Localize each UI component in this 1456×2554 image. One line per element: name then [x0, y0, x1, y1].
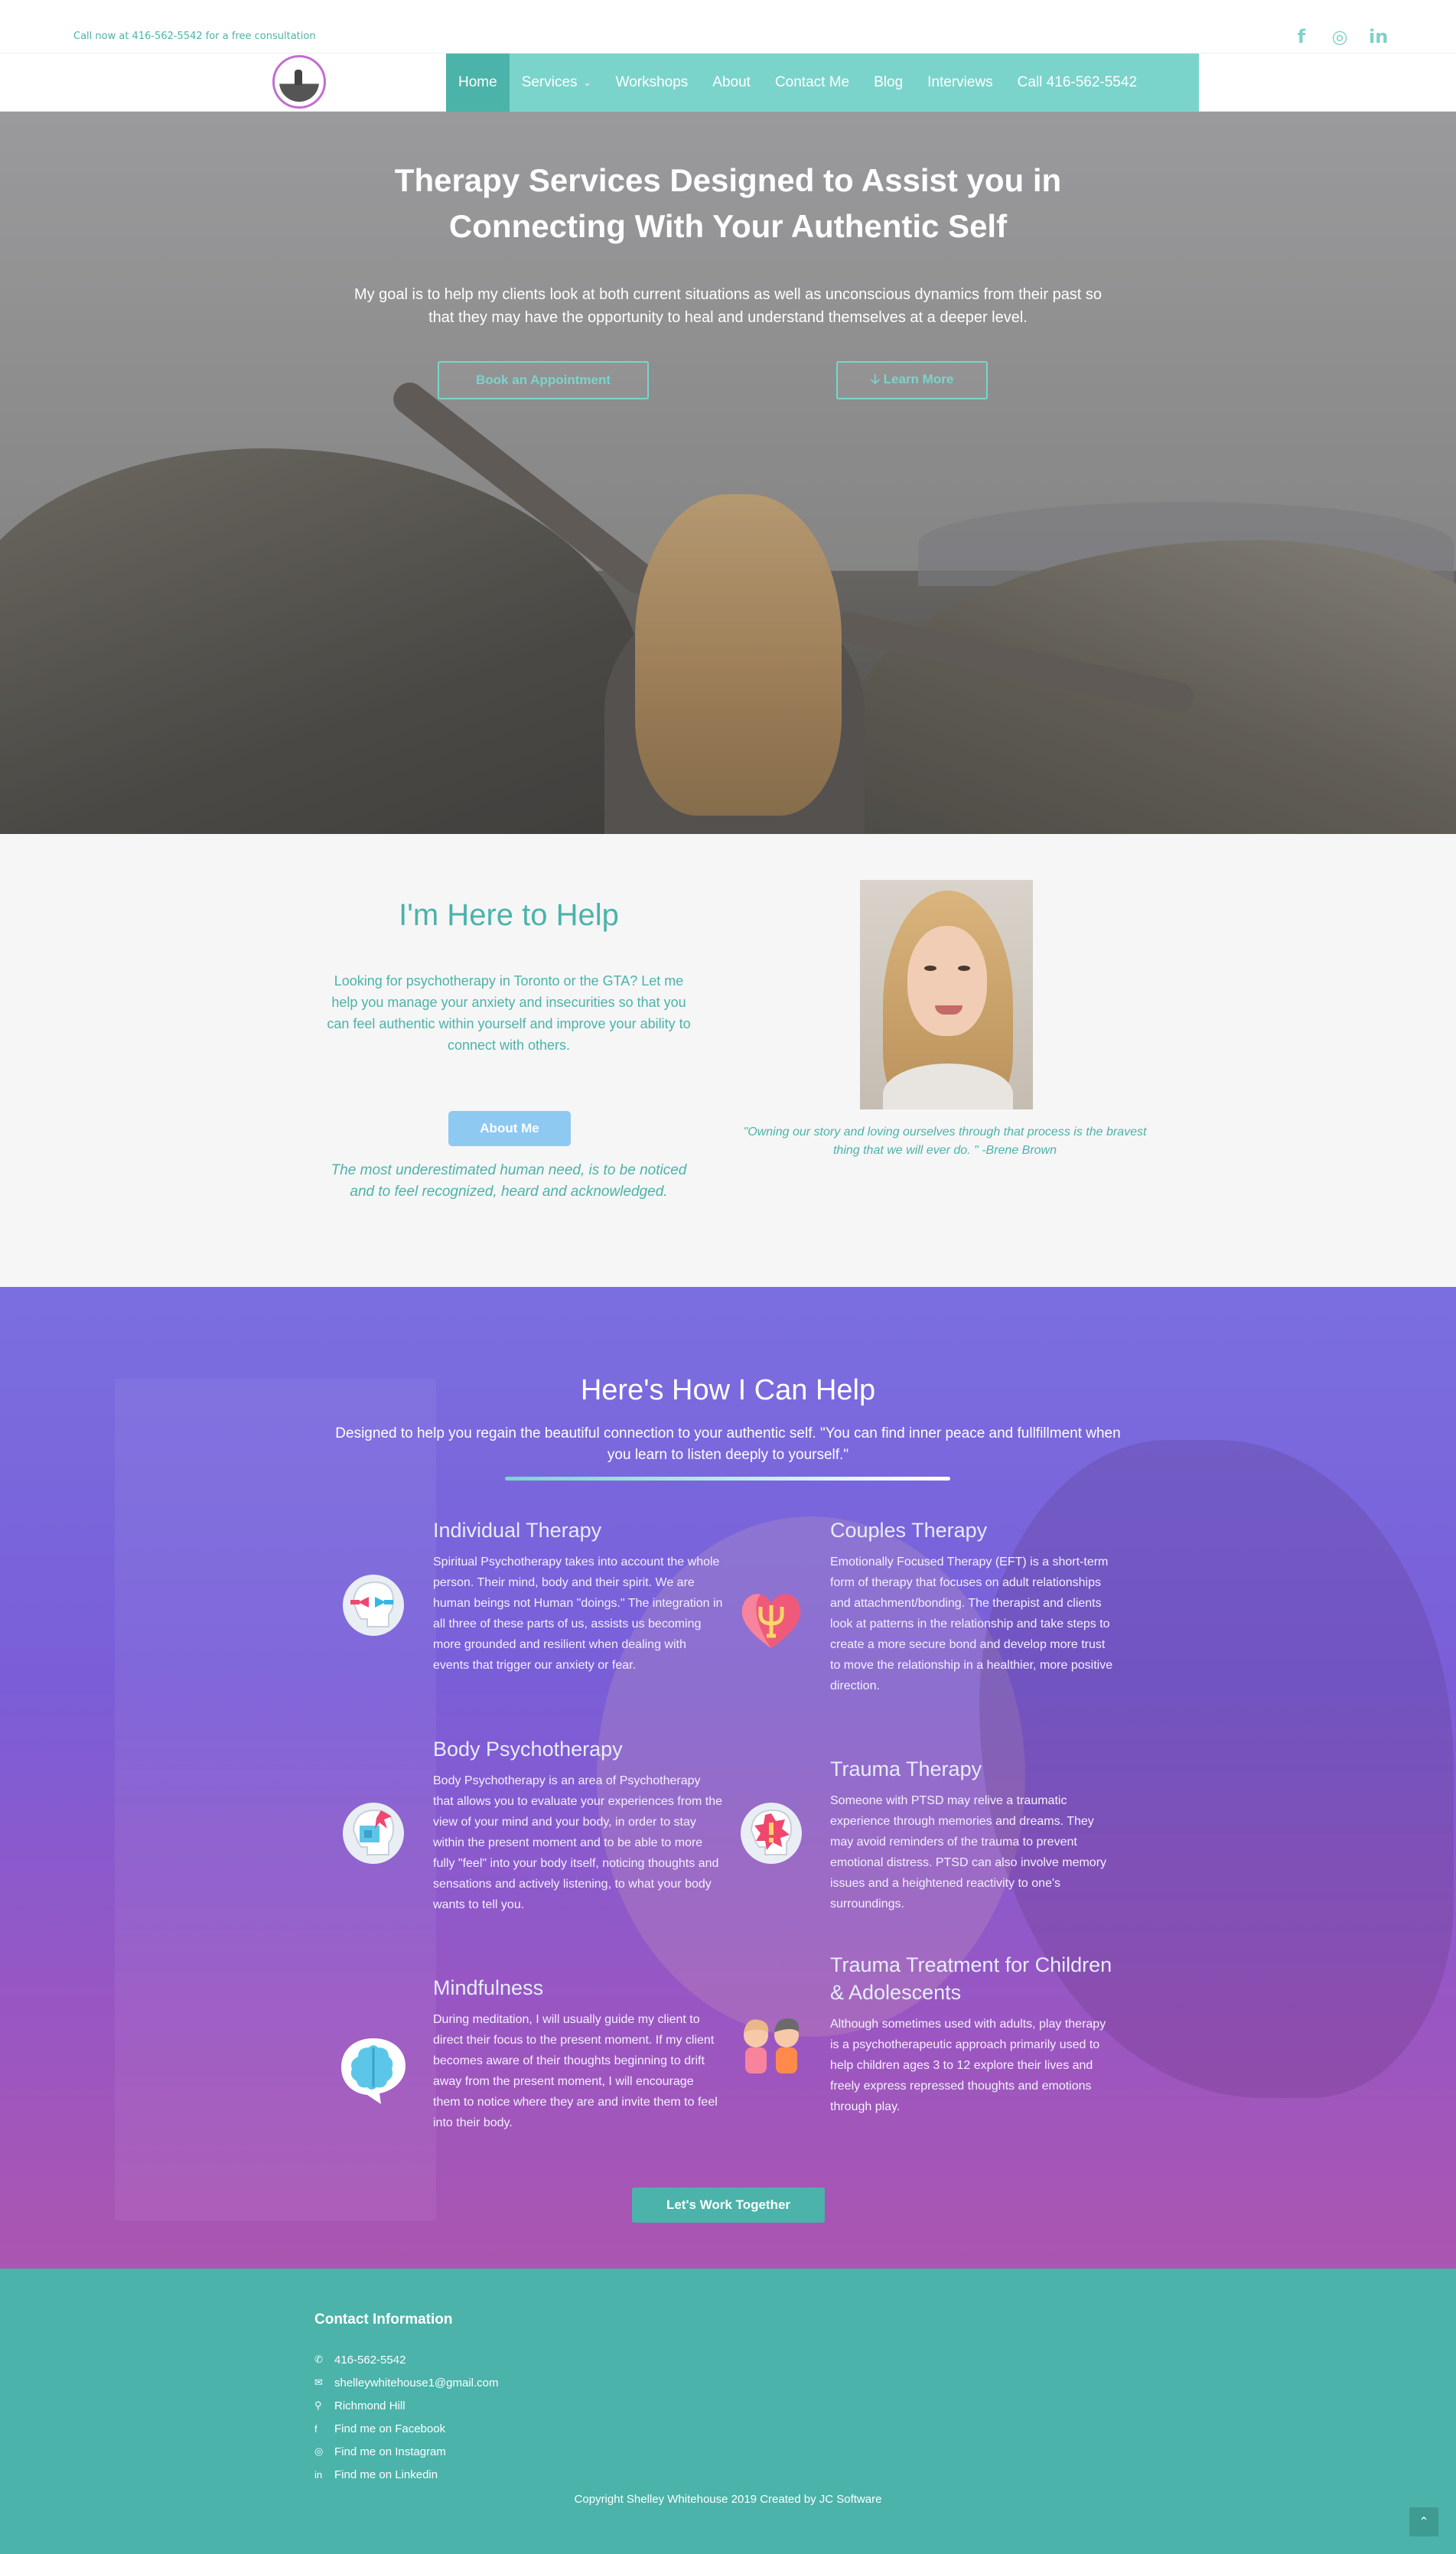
service-title: Body Psychotherapy — [433, 1738, 623, 1761]
facebook-icon[interactable]: f — [1292, 28, 1311, 46]
contact-label: 416-562-5542 — [334, 2353, 406, 2367]
head-arrows-icon — [343, 1575, 404, 1636]
help-title: I'm Here to Help — [399, 898, 619, 932]
contact-label: shelleywhitehouse1@gmail.com — [334, 2376, 499, 2389]
facebook-icon: f — [314, 2422, 318, 2435]
service-mindfulness: Mindfulness During meditation, I will us… — [433, 1974, 724, 2133]
lets-work-together-button[interactable]: Let's Work Together — [632, 2188, 825, 2223]
instagram-icon[interactable]: ◎ — [1331, 28, 1349, 46]
nav-item-workshops[interactable]: Workshops — [604, 54, 701, 112]
service-text: Emotionally Focused Therapy (EFT) is a s… — [830, 1556, 1113, 1692]
nav-item-about[interactable]: About — [700, 54, 763, 112]
portrait-face — [907, 926, 987, 1036]
linkedin-icon: in — [314, 2468, 323, 2481]
contact-label: Find me on Linkedin — [334, 2468, 438, 2481]
service-text: Someone with PTSD may relive a traumatic… — [830, 1794, 1107, 1911]
service-text: Body Psychotherapy is an area of Psychot… — [433, 1774, 722, 1911]
scroll-to-top-button[interactable]: ⌃ — [1409, 2507, 1438, 2536]
contact-label: Richmond Hill — [334, 2399, 406, 2412]
contact-label: Find me on Instagram — [334, 2445, 446, 2458]
head-puzzle-icon — [343, 1803, 404, 1864]
contact-list: ✆ 416-562-5542 ✉ shelleywhitehouse1@gmail.… — [314, 2348, 499, 2486]
nav-item-label: Workshops — [615, 74, 689, 90]
help-intro: Looking for psychotherapy in Toronto or … — [327, 973, 691, 1053]
service-title: Trauma Treatment for Children & Adolesce… — [830, 1953, 1112, 2004]
service-title: Individual Therapy — [433, 1519, 602, 1542]
top-bar: Call now at 416-562-5542 for a free cons… — [0, 0, 1456, 54]
contact-linkedin[interactable]: in Find me on Linkedin — [314, 2463, 499, 2486]
instagram-icon: ◎ — [314, 2445, 324, 2457]
envelope-icon: ✉ — [314, 2376, 323, 2388]
chevron-up-icon: ⌃ — [1419, 2516, 1429, 2529]
contact-label: Find me on Facebook — [334, 2422, 446, 2435]
nav-item-interviews[interactable]: Interviews — [915, 54, 1005, 112]
service-title: Mindfulness — [433, 1976, 544, 1999]
nav-item-blog[interactable]: Blog — [862, 54, 915, 112]
social-links: f ◎ in — [1292, 28, 1389, 46]
linkedin-icon[interactable]: in — [1369, 28, 1388, 46]
learn-more-button[interactable]: 🡣 Learn More — [836, 361, 988, 399]
nav-item-label: Blog — [874, 74, 904, 90]
hero-title-line-2: Connecting With Your Authentic Self — [448, 208, 1008, 244]
service-text: Spiritual Psychotherapy takes into accou… — [433, 1556, 723, 1672]
service-couples-therapy: Couples Therapy Emotionally Focused Ther… — [830, 1516, 1113, 1696]
brene-brown-quote: "Owning our story and loving ourselves t… — [743, 1126, 1147, 1157]
phone-icon: ✆ — [314, 2354, 323, 2365]
nav-item-home[interactable]: Home — [446, 54, 510, 112]
brain-bubble-icon — [341, 2038, 406, 2104]
help-quote: The most underestimated human need, is t… — [331, 1162, 687, 1200]
hero-section: Therapy Services Designed to Assist you … — [0, 112, 1456, 834]
contact-phone[interactable]: ✆ 416-562-5542 — [314, 2348, 499, 2371]
service-individual-therapy: Individual Therapy Spiritual Psychothera… — [433, 1516, 724, 1676]
free-consultation-text: Call now at 416-562-5542 for a free cons… — [73, 31, 316, 42]
book-appointment-button[interactable]: Book an Appointment — [438, 361, 649, 399]
nav-item-label: Services — [521, 74, 578, 90]
hero-title-line-1: Therapy Services Designed to Assist you … — [394, 162, 1062, 198]
service-body-psychotherapy: Body Psychotherapy Body Psychotherapy is… — [433, 1735, 724, 1915]
nav-item-label: Call 416-562-5542 — [1017, 74, 1138, 90]
nav-item-label: Interviews — [927, 74, 993, 90]
hero-title: Therapy Services Designed to Assist you … — [0, 158, 1456, 249]
site-footer: Contact Information ✆ 416-562-5542 ✉ shell… — [0, 2269, 1456, 2554]
portrait-eye — [924, 966, 936, 971]
nav-item-label: Contact Me — [774, 74, 850, 90]
main-navbar: Home Services ⌄ Workshops About Contact M… — [0, 54, 1456, 112]
nav-item-label: Home — [458, 74, 497, 90]
contact-instagram[interactable]: ◎ Find me on Instagram — [314, 2440, 499, 2463]
services-section: Here's How I Can Help Designed to help y… — [0, 1287, 1456, 2269]
services-divider — [505, 1477, 950, 1481]
map-pin-icon: ⚲ — [314, 2399, 322, 2411]
therapist-portrait — [860, 880, 1033, 1109]
services-subtitle: Designed to help you regain the beautifu… — [335, 1425, 1121, 1463]
portrait-eye — [958, 966, 970, 971]
children-icon — [744, 2018, 800, 2073]
service-text: During meditation, I will usually guide … — [433, 2013, 718, 2129]
copyright-text: Copyright Shelley Whitehouse 2019 Create… — [574, 2493, 882, 2506]
contact-facebook[interactable]: f Find me on Facebook — [314, 2417, 499, 2440]
service-children-trauma: Trauma Treatment for Children & Adolesce… — [830, 1951, 1113, 2117]
heart-psi-icon — [741, 1594, 801, 1648]
chevron-down-icon: ⌄ — [583, 77, 591, 88]
service-title: Trauma Therapy — [830, 1758, 982, 1780]
about-me-button[interactable]: About Me — [448, 1111, 571, 1146]
logo-mark — [279, 62, 319, 102]
head-alert-icon — [741, 1803, 802, 1864]
main-menu: Home Services ⌄ Workshops About Contact M… — [446, 54, 1199, 112]
nav-item-services[interactable]: Services ⌄ — [510, 54, 604, 112]
services-title: Here's How I Can Help — [580, 1374, 876, 1406]
nav-item-call[interactable]: Call 416-562-5542 — [1005, 54, 1149, 112]
nav-item-contact[interactable]: Contact Me — [763, 54, 862, 112]
site-logo[interactable] — [272, 55, 326, 109]
nav-item-label: About — [712, 74, 751, 90]
contact-info-title: Contact Information — [314, 2311, 453, 2328]
service-text: Although sometimes used with adults, pla… — [830, 2018, 1106, 2113]
service-trauma-therapy: Trauma Therapy Someone with PTSD may rel… — [830, 1755, 1113, 1914]
help-section: I'm Here to Help Looking for psychothera… — [0, 834, 1456, 1287]
hero-lead: My goal is to help my clients look at bo… — [353, 286, 1103, 326]
contact-email[interactable]: ✉ shelleywhitehouse1@gmail.com — [314, 2371, 499, 2394]
contact-location: ⚲ Richmond Hill — [314, 2394, 499, 2417]
service-title: Couples Therapy — [830, 1519, 988, 1542]
